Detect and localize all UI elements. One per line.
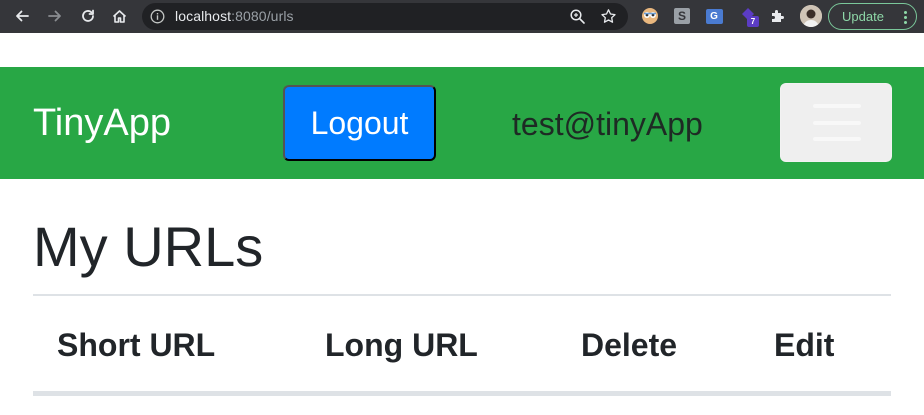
profile-avatar-icon[interactable] bbox=[800, 5, 822, 27]
star-icon[interactable] bbox=[600, 8, 617, 25]
info-icon[interactable] bbox=[150, 9, 165, 24]
url-path: :8080/urls bbox=[231, 8, 294, 24]
column-header-short-url: Short URL bbox=[57, 327, 216, 363]
logout-button[interactable]: Logout bbox=[283, 85, 436, 161]
url-text[interactable]: localhost:8080/urls bbox=[175, 8, 294, 24]
s-extension-label: S bbox=[674, 8, 690, 24]
column-header-long-url: Long URL bbox=[325, 327, 478, 363]
home-icon[interactable] bbox=[107, 4, 131, 28]
zoom-icon[interactable] bbox=[569, 8, 586, 25]
forward-arrow-icon[interactable] bbox=[43, 4, 67, 28]
address-bar[interactable]: localhost:8080/urls bbox=[142, 3, 628, 30]
update-label: Update bbox=[842, 9, 884, 24]
navbar: TinyApp Logout test@tinyApp bbox=[0, 67, 924, 179]
translate-extension-label: G bbox=[705, 8, 723, 24]
table-header-border bbox=[33, 391, 891, 396]
more-vertical-icon bbox=[904, 11, 907, 24]
urls-table-header: Short URL Long URL Delete Edit bbox=[33, 296, 891, 392]
owl-extension-icon[interactable] bbox=[640, 6, 660, 26]
s-extension-icon[interactable]: S bbox=[672, 6, 692, 26]
column-header-edit: Edit bbox=[774, 327, 835, 363]
update-button[interactable]: Update bbox=[828, 3, 917, 30]
translate-extension-icon[interactable]: G bbox=[704, 6, 724, 26]
browser-toolbar: localhost:8080/urls S G 7 Update bbox=[0, 0, 924, 33]
reload-icon[interactable] bbox=[76, 4, 100, 28]
page-title: My URLs bbox=[33, 215, 264, 278]
extensions-puzzle-icon[interactable] bbox=[768, 6, 788, 26]
hamburger-icon bbox=[813, 104, 861, 141]
user-email: test@tinyApp bbox=[512, 106, 703, 142]
back-arrow-icon[interactable] bbox=[10, 4, 34, 28]
url-host: localhost bbox=[175, 8, 232, 24]
navbar-toggler-button[interactable] bbox=[780, 83, 892, 162]
column-header-delete: Delete bbox=[581, 327, 678, 363]
brand-link[interactable]: TinyApp bbox=[33, 101, 171, 145]
extension-badge-count: 7 bbox=[747, 16, 759, 27]
diamond-extension-icon[interactable]: 7 bbox=[738, 6, 759, 27]
